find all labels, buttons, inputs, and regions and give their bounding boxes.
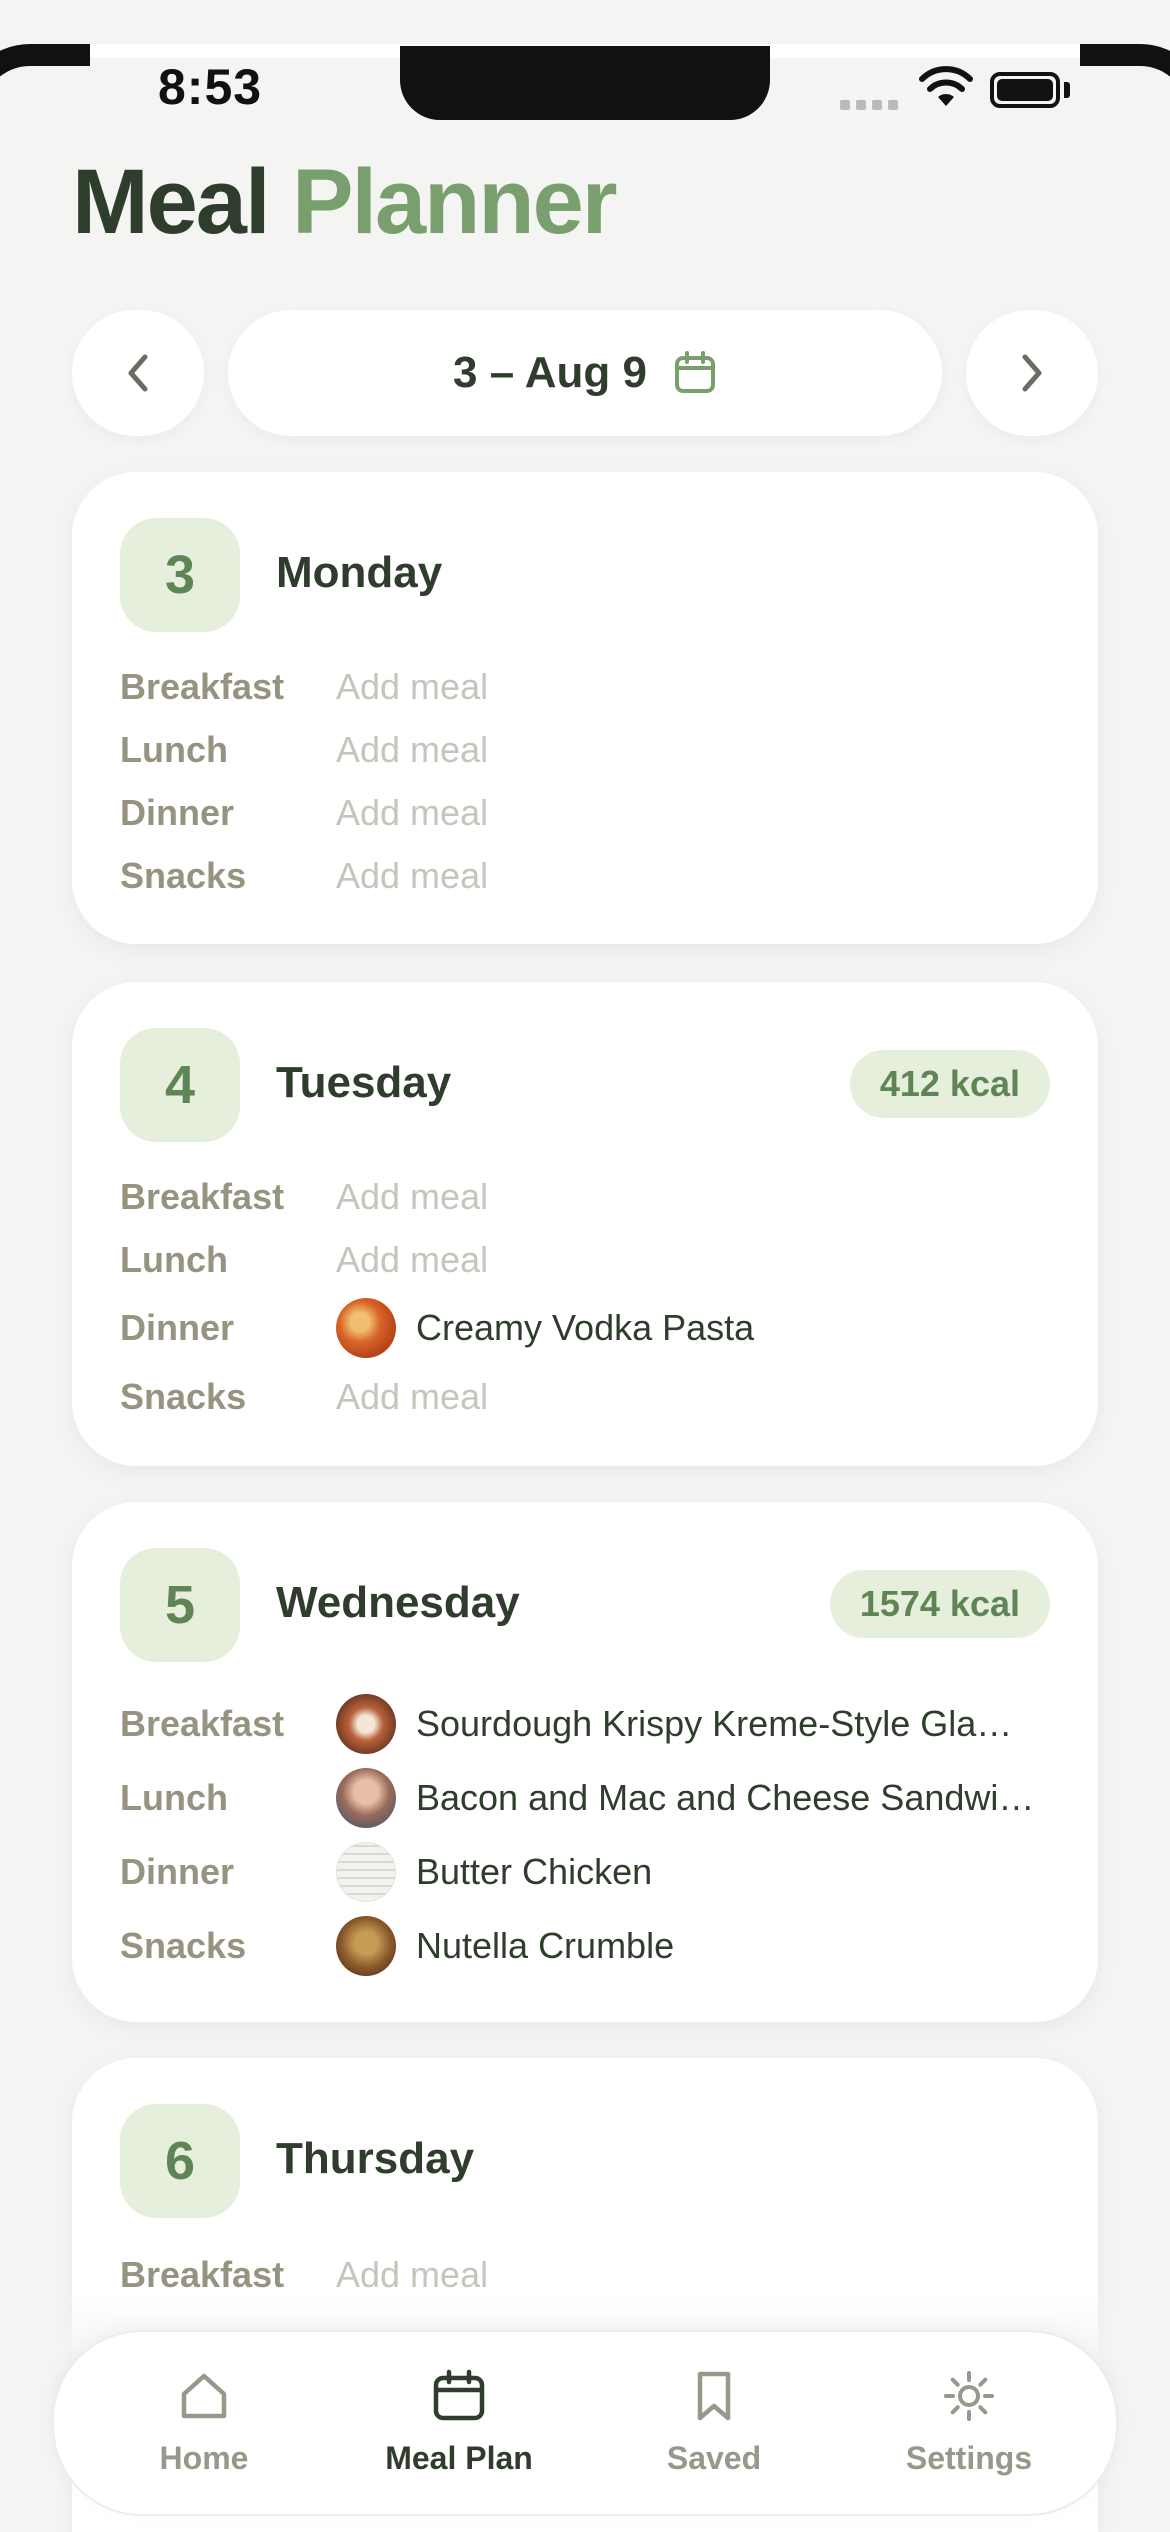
add-meal-link[interactable]: Add meal xyxy=(336,792,488,834)
meal-label: Snacks xyxy=(120,1376,247,1417)
previous-week-button[interactable] xyxy=(72,310,204,436)
day-number: 6 xyxy=(120,2104,240,2218)
calendar-icon xyxy=(674,351,715,393)
recipe-thumbnail xyxy=(336,1694,396,1754)
tab-meal-plan[interactable]: Meal Plan xyxy=(359,2368,559,2477)
meal-row-snacks[interactable]: Snacks Add meal xyxy=(120,1376,1050,1418)
chevron-right-icon xyxy=(1022,354,1042,392)
kcal-badge: 1574 kcal xyxy=(829,1570,1050,1638)
chevron-left-icon xyxy=(128,354,148,392)
recipe-name[interactable]: Nutella Crumble xyxy=(416,1925,674,1967)
device-frame-right xyxy=(1080,44,1170,174)
calendar-icon xyxy=(433,2369,485,2421)
tab-bar: Home Meal Plan Saved Settings xyxy=(52,2330,1118,2516)
page-title: Meal Planner xyxy=(72,151,618,253)
meal-row-lunch[interactable]: Lunch Add meal xyxy=(120,729,1050,771)
tab-saved[interactable]: Saved xyxy=(614,2368,814,2477)
tab-label: Settings xyxy=(905,2440,1033,2476)
recipe-name[interactable]: Creamy Vodka Pasta xyxy=(416,1307,754,1349)
meal-row-dinner[interactable]: Dinner Butter Chicken xyxy=(120,1842,1050,1902)
tab-home[interactable]: Home xyxy=(104,2368,304,2477)
meal-label: Breakfast xyxy=(120,1703,285,1744)
dynamic-island xyxy=(400,46,770,120)
week-selector[interactable]: 3 – Aug 9 xyxy=(228,310,942,436)
meal-label: Breakfast xyxy=(120,666,285,707)
day-name: Wednesday xyxy=(276,1578,520,1627)
add-meal-link[interactable]: Add meal xyxy=(336,1239,488,1281)
add-meal-link[interactable]: Add meal xyxy=(336,1376,488,1418)
meal-row-breakfast[interactable]: Breakfast Add meal xyxy=(120,1176,1050,1218)
title-planner: Planner xyxy=(292,151,617,253)
meal-row-breakfast[interactable]: Breakfast Sourdough Krispy Kreme-Style G… xyxy=(120,1694,1050,1754)
recipe-thumbnail xyxy=(336,1842,396,1902)
day-name: Thursday xyxy=(276,2134,475,2183)
tab-label: Saved xyxy=(666,2440,762,2476)
title-meal: Meal xyxy=(72,151,271,253)
meal-label: Snacks xyxy=(120,855,247,896)
meal-row-dinner[interactable]: Dinner Add meal xyxy=(120,792,1050,834)
add-meal-link[interactable]: Add meal xyxy=(336,1176,488,1218)
meal-label: Dinner xyxy=(120,1307,235,1348)
day-number: 3 xyxy=(120,518,240,632)
meal-row-breakfast[interactable]: Breakfast Add meal xyxy=(120,666,1050,708)
meal-label: Lunch xyxy=(120,1777,228,1818)
meal-label: Lunch xyxy=(120,1239,228,1280)
kcal-badge: 412 kcal xyxy=(849,1050,1050,1118)
signal-icon xyxy=(840,100,898,110)
meal-row-snacks[interactable]: Snacks Add meal xyxy=(120,855,1050,897)
bookmark-icon xyxy=(697,2371,731,2421)
recipe-name[interactable]: Butter Chicken xyxy=(416,1851,652,1893)
add-meal-link[interactable]: Add meal xyxy=(336,666,488,708)
recipe-thumbnail xyxy=(336,1298,396,1358)
meal-label: Breakfast xyxy=(120,1176,285,1217)
add-meal-link[interactable]: Add meal xyxy=(336,855,488,897)
sun-icon xyxy=(944,2371,994,2421)
add-meal-link[interactable]: Add meal xyxy=(336,729,488,771)
day-name: Monday xyxy=(276,548,443,597)
house-icon xyxy=(181,2373,227,2419)
recipe-name[interactable]: Sourdough Krispy Kreme-Style Gla… xyxy=(416,1703,1012,1745)
day-card-monday[interactable]: 3 Monday Breakfast Add meal Lunch Add me… xyxy=(72,472,1098,944)
meal-label: Snacks xyxy=(120,1925,247,1966)
recipe-thumbnail xyxy=(336,1768,396,1828)
day-card-wednesday[interactable]: 5 Wednesday 1574 kcal Breakfast Sourdoug… xyxy=(72,1502,1098,2022)
wifi-icon xyxy=(919,66,973,106)
meal-row-dinner[interactable]: Dinner Creamy Vodka Pasta xyxy=(120,1298,1050,1358)
day-number: 5 xyxy=(120,1548,240,1662)
battery-icon xyxy=(990,72,1060,108)
meal-label: Dinner xyxy=(120,792,235,833)
meal-row-snacks[interactable]: Snacks Nutella Crumble xyxy=(120,1916,1050,1976)
meal-label: Dinner xyxy=(120,1851,235,1892)
meal-row-lunch[interactable]: Lunch Bacon and Mac and Cheese Sandwi… xyxy=(120,1768,1050,1828)
week-range: 3 – Aug 9 xyxy=(453,348,647,397)
tab-label: Meal Plan xyxy=(385,2440,533,2476)
battery-tip xyxy=(1064,82,1070,98)
day-card-tuesday[interactable]: 4 Tuesday 412 kcal Breakfast Add meal Lu… xyxy=(72,982,1098,1466)
tab-label: Home xyxy=(159,2440,249,2476)
recipe-name[interactable]: Bacon and Mac and Cheese Sandwi… xyxy=(416,1777,1034,1819)
day-number: 4 xyxy=(120,1028,240,1142)
tab-settings[interactable]: Settings xyxy=(869,2368,1069,2477)
next-week-button[interactable] xyxy=(966,310,1098,436)
meal-row-lunch[interactable]: Lunch Add meal xyxy=(120,1239,1050,1281)
status-time: 8:53 xyxy=(158,59,263,115)
meal-label: Lunch xyxy=(120,729,228,770)
day-name: Tuesday xyxy=(276,1058,452,1107)
recipe-thumbnail xyxy=(336,1916,396,1976)
